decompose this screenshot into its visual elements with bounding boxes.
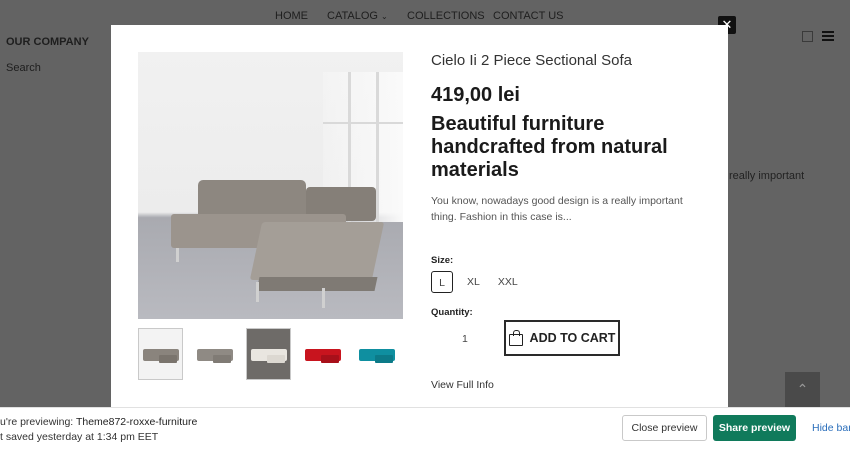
add-to-cart-button[interactable]: ADD TO CART <box>504 320 620 356</box>
window-frame <box>376 72 379 222</box>
background-text-fragment: really important <box>729 170 805 182</box>
chevron-down-icon: ⌄ <box>381 12 388 21</box>
bag-icon <box>508 329 523 346</box>
add-to-cart-label: ADD TO CART <box>529 331 616 345</box>
hide-bar-link[interactable]: Hide bar <box>812 422 850 434</box>
thumbnail-sofa-chaise <box>159 355 177 363</box>
preview-saved-time: t saved yesterday at 1:34 pm EET <box>0 431 159 443</box>
thumbnail-sofa-chaise <box>375 355 393 363</box>
share-preview-button[interactable]: Share preview <box>713 415 796 441</box>
quantity-label: Quantity: <box>431 307 473 318</box>
size-option-xl[interactable]: XL <box>463 271 484 293</box>
thumbnail-2[interactable] <box>193 329 236 379</box>
preview-theme-name: Theme872-roxxe-furniture <box>75 416 198 428</box>
thumbnail-3[interactable] <box>246 328 291 380</box>
preview-bar: u're previewing: Theme872-roxxe-furnitur… <box>0 407 850 449</box>
product-price: 419,00 lei <box>431 84 520 106</box>
thumbnail-sofa-chaise <box>321 355 339 363</box>
nav-catalog[interactable]: CATALOG ⌄ <box>327 10 388 22</box>
window-frame <box>323 122 403 124</box>
view-full-info-link[interactable]: View Full Info <box>431 379 494 391</box>
nav-home[interactable]: HOME <box>275 10 308 22</box>
nav-contact-us[interactable]: CONTACT US <box>493 10 564 22</box>
thumbnail-1[interactable] <box>138 328 183 380</box>
preview-prefix: u're previewing: <box>0 416 76 428</box>
thumbnail-strip <box>138 328 403 381</box>
grid-view-icon[interactable] <box>802 31 813 42</box>
size-options: L XL XXL <box>431 271 522 293</box>
scroll-to-top-button[interactable]: ⌃ <box>785 372 820 407</box>
thumbnail-sofa-chaise <box>213 355 231 363</box>
nav-collections[interactable]: COLLECTIONS <box>407 10 485 22</box>
quantity-input[interactable]: 1 <box>462 333 468 345</box>
thumbnail-sofa-chaise <box>267 355 285 363</box>
sofa-chaise <box>249 222 385 280</box>
quick-view-modal: Cielo Ii 2 Piece Sectional Sofa 419,00 l… <box>111 25 728 407</box>
sofa-leg <box>322 288 325 308</box>
preview-status: u're previewing: Theme872-roxxe-furnitur… <box>0 416 197 428</box>
size-option-xxl[interactable]: XXL <box>494 271 522 293</box>
chevron-up-icon: ⌃ <box>796 381 809 397</box>
product-description: You know, nowadays good design is a real… <box>431 195 683 223</box>
sofa-base <box>256 277 378 291</box>
sidebar-link-search[interactable]: Search <box>6 62 41 74</box>
sofa-leg <box>176 248 179 262</box>
size-option-l[interactable]: L <box>431 271 453 293</box>
product-title: Cielo Ii 2 Piece Sectional Sofa <box>431 52 632 69</box>
sidebar-heading-company: OUR COMPANY <box>6 36 89 48</box>
close-preview-button[interactable]: Close preview <box>622 415 707 441</box>
list-view-icon[interactable] <box>822 31 834 42</box>
sofa-back <box>198 180 306 218</box>
size-label: Size: <box>431 255 454 266</box>
product-main-image <box>138 52 403 319</box>
thumbnail-4[interactable] <box>301 329 344 379</box>
nav-catalog-label: CATALOG <box>327 10 378 22</box>
thumbnail-5[interactable] <box>355 329 398 379</box>
product-headline: Beautiful furniture handcrafted from nat… <box>431 113 668 181</box>
sofa-leg <box>256 282 259 302</box>
